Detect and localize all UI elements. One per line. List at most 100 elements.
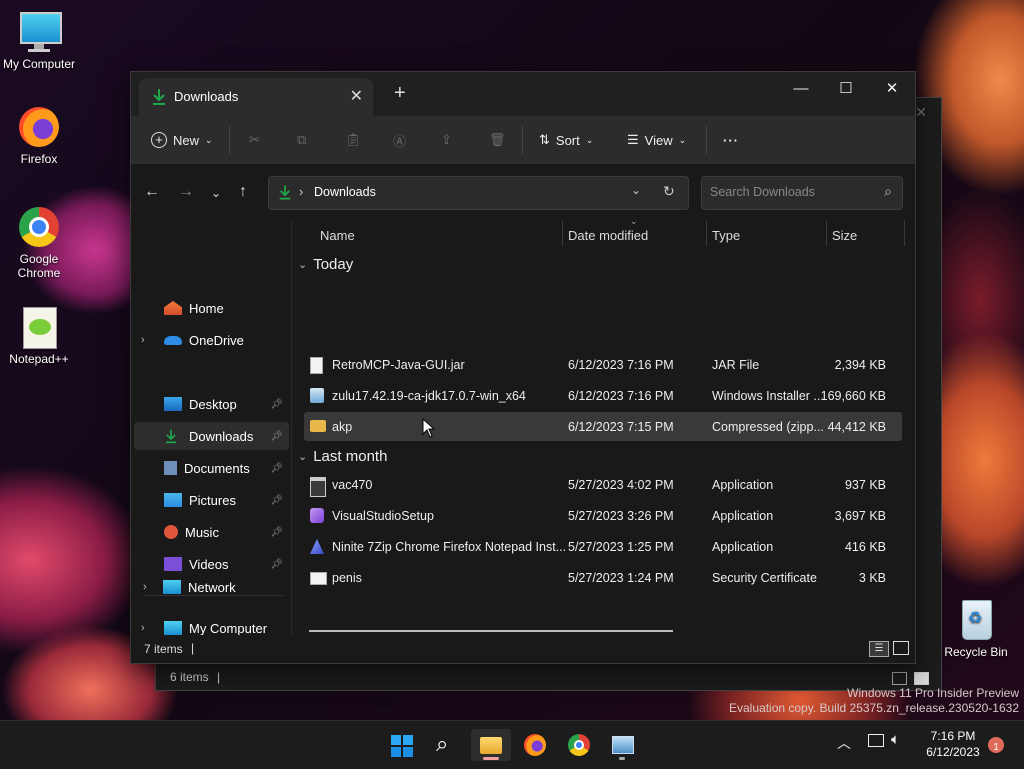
column-header-type[interactable]: Type xyxy=(712,228,740,243)
sidebar-item-music[interactable]: Music 📌︎ xyxy=(134,518,289,546)
file-type: Windows Installer ... xyxy=(712,389,824,403)
share-button[interactable]: ⇪ xyxy=(441,128,452,152)
file-row[interactable]: zulu17.42.19-ca-jdk17.0.7-win_x64 6/12/2… xyxy=(304,381,902,410)
download-icon xyxy=(279,185,291,200)
chevron-down-icon: ⌄ xyxy=(678,134,687,145)
address-bar[interactable]: › Downloads ⌄ ↻ xyxy=(268,176,689,210)
new-tab-button[interactable]: + xyxy=(394,82,406,105)
up-button[interactable]: ↑ xyxy=(239,183,247,201)
close-icon[interactable]: ✕ xyxy=(915,104,927,121)
chrome-icon-center xyxy=(574,740,584,750)
file-date: 6/12/2023 7:16 PM xyxy=(568,358,674,372)
address-dropdown-icon[interactable]: ⌄ xyxy=(631,183,641,197)
tab-downloads[interactable]: Downloads ✕ xyxy=(139,78,373,116)
network-icon[interactable] xyxy=(868,734,884,747)
desktop-icon-notepadpp[interactable]: Notepad++ xyxy=(0,305,78,366)
cut-button[interactable]: ✂ xyxy=(249,128,260,152)
taskbar-chrome[interactable] xyxy=(559,729,599,761)
taskbar-firefox[interactable] xyxy=(515,729,555,761)
certificate-icon xyxy=(310,572,327,585)
desktop-icon-my-computer[interactable]: My Computer xyxy=(0,10,78,71)
sidebar-item-onedrive[interactable]: OneDrive xyxy=(134,326,289,354)
details-view-icon[interactable] xyxy=(892,672,907,685)
column-separator xyxy=(904,220,905,246)
paste-button[interactable]: 📋︎ xyxy=(345,128,362,152)
group-header-last-month[interactable]: ⌄ Last month xyxy=(298,448,387,465)
file-name: Ninite 7Zip Chrome Firefox Notepad Inst.… xyxy=(332,540,567,554)
installer-icon xyxy=(310,388,324,403)
file-date: 5/27/2023 4:02 PM xyxy=(568,478,674,492)
tiles-view-icon[interactable] xyxy=(914,672,929,685)
horizontal-scrollbar[interactable] xyxy=(309,630,673,632)
group-header-today[interactable]: ⌄ Today xyxy=(298,256,353,273)
forward-button[interactable]: → xyxy=(178,183,194,201)
start-button[interactable] xyxy=(382,729,422,761)
sidebar-item-home[interactable]: Home xyxy=(134,294,289,322)
more-options-button[interactable]: ··· xyxy=(723,128,739,152)
title-bar[interactable]: Downloads ✕ + — ☐ ✕ xyxy=(131,72,915,116)
file-type: Application xyxy=(712,478,774,492)
file-row[interactable]: penis 5/27/2023 1:24 PM Security Certifi… xyxy=(304,563,902,592)
file-row[interactable]: Ninite 7Zip Chrome Firefox Notepad Inst.… xyxy=(304,532,902,561)
sidebar-item-downloads[interactable]: Downloads 📌︎ xyxy=(134,422,289,450)
toolbar-divider xyxy=(229,126,230,154)
tiles-view-button[interactable] xyxy=(893,641,909,655)
music-icon xyxy=(164,525,178,539)
rename-button[interactable]: Ⓐ xyxy=(393,128,406,152)
sidebar-item-label: Music xyxy=(185,524,219,540)
file-row[interactable]: VisualStudioSetup 5/27/2023 3:26 PM Appl… xyxy=(304,501,902,530)
notification-badge[interactable]: 1 xyxy=(988,737,1004,753)
application-icon xyxy=(310,477,326,497)
clock[interactable]: 7:16 PM 6/12/2023 xyxy=(918,729,988,759)
copy-button[interactable]: ⧉ xyxy=(297,128,306,152)
breadcrumb-downloads[interactable]: Downloads xyxy=(314,185,376,199)
search-icon: ⌕ xyxy=(436,731,449,756)
back-button[interactable]: ← xyxy=(144,183,160,201)
file-type: Application xyxy=(712,509,774,523)
close-button[interactable]: ✕ xyxy=(869,75,915,103)
new-button[interactable]: + New ⌄ xyxy=(151,128,213,152)
column-header-date[interactable]: Date modified xyxy=(568,228,648,243)
file-name: zulu17.42.19-ca-jdk17.0.7-win_x64 xyxy=(332,389,526,403)
sort-indicator-icon: ⌄ xyxy=(630,216,638,226)
view-button[interactable]: ☰ View ⌄ xyxy=(627,128,686,152)
sidebar-item-documents[interactable]: Documents 📌︎ xyxy=(134,454,289,482)
chrome-icon xyxy=(17,205,61,249)
file-row[interactable]: vac470 5/27/2023 4:02 PM Application 937… xyxy=(304,470,902,499)
search-input[interactable]: Search Downloads xyxy=(710,185,815,199)
file-name: vac470 xyxy=(332,478,373,492)
document-icon xyxy=(164,461,177,475)
column-header-size[interactable]: Size xyxy=(832,228,857,243)
firefox-icon xyxy=(17,105,61,149)
search-button[interactable]: ⌕ xyxy=(427,729,467,761)
minimize-button[interactable]: — xyxy=(778,75,824,103)
status-cursor: | xyxy=(191,641,195,655)
maximize-button[interactable]: ☐ xyxy=(823,75,869,103)
recent-locations-button[interactable]: ⌄ xyxy=(211,186,221,200)
taskbar-app[interactable] xyxy=(602,729,642,761)
chevron-down-icon: ⌄ xyxy=(585,134,594,145)
sort-button[interactable]: ⇅ Sort ⌄ xyxy=(539,128,593,152)
sidebar-item-pictures[interactable]: Pictures 📌︎ xyxy=(134,486,289,514)
sidebar-item-network[interactable]: › Network xyxy=(133,573,288,601)
details-view-button[interactable]: ☰ xyxy=(869,641,889,657)
column-header-name[interactable]: Name xyxy=(320,228,355,243)
expand-chevron-icon[interactable]: › xyxy=(143,581,147,593)
file-row[interactable]: RetroMCP-Java-GUI.jar 6/12/2023 7:16 PM … xyxy=(304,350,902,379)
desktop-icon-firefox[interactable]: Firefox xyxy=(0,105,78,166)
volume-icon[interactable]: 🔈︎ xyxy=(891,731,900,748)
status-cursor: | xyxy=(217,670,221,684)
desktop-icon-label: Recycle Bin xyxy=(944,645,1008,659)
tab-close-icon[interactable]: ✕ xyxy=(350,86,363,106)
desktop-icon-recycle-bin[interactable]: ♻ Recycle Bin xyxy=(937,598,1015,659)
delete-button[interactable]: 🗑︎ xyxy=(489,128,506,152)
search-box[interactable]: Search Downloads ⌕ xyxy=(701,176,903,210)
sidebar-item-desktop[interactable]: Desktop 📌︎ xyxy=(134,390,289,418)
windows-logo-icon xyxy=(391,735,413,757)
show-hidden-icons-chevron[interactable]: ︿ xyxy=(837,733,851,753)
desktop-icon-chrome[interactable]: Google Chrome xyxy=(0,205,78,280)
file-row-selected[interactable]: akp 6/12/2023 7:15 PM Compressed (zipp..… xyxy=(304,412,902,441)
refresh-icon[interactable]: ↻ xyxy=(663,183,675,200)
visual-studio-icon xyxy=(310,508,324,523)
taskbar-file-explorer[interactable] xyxy=(471,729,511,761)
